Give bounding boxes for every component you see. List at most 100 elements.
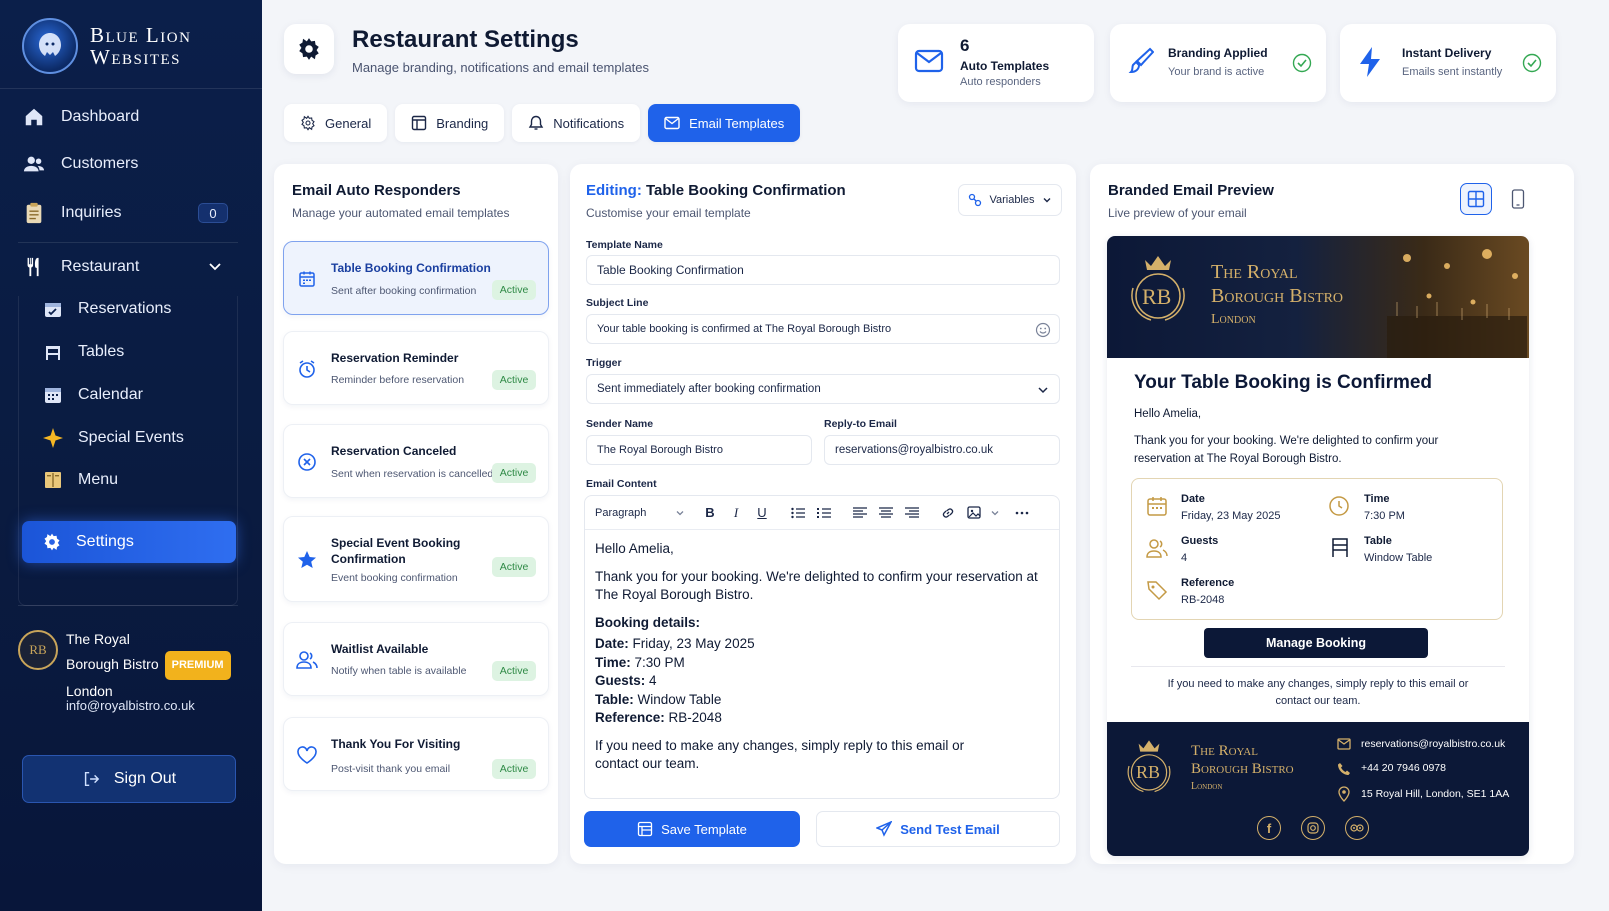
detail-time: Time: 7:30 PM bbox=[595, 654, 1049, 673]
calendar-icon bbox=[1146, 495, 1168, 517]
crest-icon: RB bbox=[1123, 248, 1193, 328]
desktop-view-toggle[interactable] bbox=[1460, 183, 1492, 215]
send-test-email-button[interactable]: Send Test Email bbox=[816, 811, 1060, 847]
tab-email-templates-label: Email Templates bbox=[689, 115, 785, 131]
crest-monogram: RB bbox=[1142, 284, 1172, 309]
sign-out-button[interactable]: Sign Out bbox=[22, 755, 236, 803]
subnav-special-events[interactable]: Special Events bbox=[42, 422, 184, 454]
brand-logo[interactable]: Blue Lion Websites bbox=[22, 18, 191, 74]
emoji-icon[interactable] bbox=[1035, 322, 1051, 338]
rich-text-editor[interactable]: Paragraph B I U Hello Amelia, Thank you … bbox=[584, 495, 1060, 799]
subject-input[interactable]: Your table booking is confirmed at The R… bbox=[586, 314, 1060, 344]
align-right-icon[interactable] bbox=[901, 502, 923, 524]
brand-line-1: Blue Lion bbox=[90, 23, 192, 47]
nav-inquiries[interactable]: Inquiries 0 bbox=[22, 195, 236, 231]
tab-general[interactable]: General bbox=[284, 104, 388, 142]
booking-details-box: Date Friday, 23 May 2025 Time 7:30 PM Gu… bbox=[1131, 478, 1503, 620]
paragraph-label: Paragraph bbox=[595, 506, 647, 519]
save-template-button[interactable]: Save Template bbox=[584, 811, 800, 847]
template-name-label: Template Name bbox=[586, 239, 663, 251]
footer-brand-line-1: The Royal bbox=[1191, 743, 1258, 759]
reply-label: Reply-to Email bbox=[824, 418, 897, 430]
preview-footer: RB The Royal Borough Bistro London reser… bbox=[1107, 722, 1529, 856]
responder-item[interactable]: Special Event Booking Confirmation Event… bbox=[283, 516, 549, 602]
bold-icon[interactable]: B bbox=[699, 502, 721, 524]
trigger-select[interactable]: Sent immediately after booking confirmat… bbox=[586, 374, 1060, 404]
responder-item[interactable]: Waitlist Available Notify when table is … bbox=[283, 622, 549, 696]
template-name-input[interactable]: Table Booking Confirmation bbox=[586, 255, 1060, 285]
subject-value: Your table booking is confirmed at The R… bbox=[597, 323, 892, 335]
send-icon bbox=[876, 821, 893, 837]
footer-monogram: RB bbox=[1136, 762, 1161, 782]
status-badge: Active bbox=[492, 280, 536, 300]
subnav-settings-label: Settings bbox=[76, 533, 134, 550]
responders-subtitle: Manage your automated email templates bbox=[292, 206, 510, 220]
facebook-icon[interactable]: f bbox=[1257, 816, 1281, 840]
italic-icon[interactable]: I bbox=[725, 502, 747, 524]
align-left-icon[interactable] bbox=[849, 502, 871, 524]
preview-time-value: 7:30 PM bbox=[1364, 510, 1405, 522]
responders-title: Email Auto Responders bbox=[292, 182, 461, 199]
cancel-circle-icon bbox=[296, 451, 318, 473]
nav-customers[interactable]: Customers bbox=[22, 146, 236, 182]
inquiries-count-badge: 0 bbox=[198, 203, 228, 223]
align-center-icon[interactable] bbox=[875, 502, 897, 524]
guests-icon bbox=[1146, 537, 1168, 559]
manage-booking-button[interactable]: Manage Booking bbox=[1204, 628, 1428, 658]
subnav-menu[interactable]: Menu bbox=[42, 464, 118, 496]
chevron-down-icon[interactable] bbox=[989, 502, 1001, 524]
footer-brand: The Royal Borough Bistro London bbox=[1191, 742, 1294, 796]
subnav-tables[interactable]: Tables bbox=[42, 336, 124, 368]
templates-sub: Auto responders bbox=[960, 76, 1041, 88]
stat-auto-templates: 6 Auto Templates Auto responders bbox=[898, 24, 1094, 102]
tag-icon bbox=[1146, 579, 1168, 601]
responder-item[interactable]: Reservation Canceled Sent when reservati… bbox=[283, 424, 549, 498]
bullet-list-icon[interactable] bbox=[787, 502, 809, 524]
underline-icon[interactable]: U bbox=[751, 502, 773, 524]
nav-restaurant[interactable]: Restaurant bbox=[22, 249, 236, 285]
sidebar: Blue Lion Websites Dashboard Customers I… bbox=[0, 0, 262, 911]
reply-input[interactable]: reservations@royalbistro.co.uk bbox=[824, 435, 1060, 465]
responder-desc: Notify when table is available bbox=[331, 665, 467, 677]
mobile-view-toggle[interactable] bbox=[1502, 183, 1534, 215]
numbered-list-icon[interactable] bbox=[813, 502, 835, 524]
subnav-reservations[interactable]: Reservations bbox=[42, 293, 171, 325]
table-value: Window Table bbox=[637, 691, 722, 707]
date-value: Friday, 23 May 2025 bbox=[632, 636, 755, 651]
footer-email: reservations@royalbistro.co.uk bbox=[1361, 738, 1506, 750]
subnav-calendar[interactable]: Calendar bbox=[42, 379, 143, 411]
paragraph-select[interactable]: Paragraph bbox=[595, 507, 685, 519]
nav-dashboard[interactable]: Dashboard bbox=[22, 99, 236, 135]
image-icon[interactable] bbox=[963, 502, 985, 524]
responder-desc: Sent after booking confirmation bbox=[331, 285, 477, 297]
responder-item[interactable]: Table Booking Confirmation Sent after bo… bbox=[283, 241, 549, 315]
tab-email-templates[interactable]: Email Templates bbox=[648, 104, 801, 142]
tab-branding-label: Branding bbox=[436, 115, 489, 131]
settings-tabs: General Branding Notifications Email Tem… bbox=[284, 104, 801, 142]
layout-icon bbox=[1467, 190, 1485, 208]
instagram-icon[interactable] bbox=[1301, 816, 1325, 840]
detail-guests: Guests: 4 bbox=[595, 672, 1049, 691]
sender-input[interactable]: The Royal Borough Bistro bbox=[586, 435, 812, 465]
link-icon[interactable] bbox=[937, 502, 959, 524]
preview-brand-line-1: The Royal bbox=[1211, 261, 1298, 283]
variables-dropdown[interactable]: Variables bbox=[958, 184, 1062, 216]
tripadvisor-icon[interactable] bbox=[1345, 816, 1369, 840]
responder-item[interactable]: Thank You For Visiting Post-visit thank … bbox=[283, 717, 549, 791]
more-icon[interactable] bbox=[1011, 502, 1033, 524]
preview-body: Thank you for your booking. We're deligh… bbox=[1134, 435, 1439, 465]
subnav-settings[interactable]: Settings bbox=[22, 521, 236, 563]
tab-notifications[interactable]: Notifications bbox=[512, 104, 641, 142]
reference-value: RB-2048 bbox=[668, 710, 722, 725]
stat-branding: Branding Applied Your brand is active bbox=[1110, 24, 1326, 102]
tab-branding[interactable]: Branding bbox=[395, 104, 505, 142]
responder-name: Thank You For Visiting bbox=[331, 737, 461, 751]
lion-logo-icon bbox=[22, 18, 78, 74]
clipboard-icon bbox=[22, 201, 46, 225]
detail-date: Date: Friday, 23 May 2025 bbox=[595, 635, 1049, 654]
envelope-icon bbox=[1337, 738, 1351, 750]
editor-content[interactable]: Hello Amelia, Thank you for your booking… bbox=[585, 530, 1059, 793]
responder-name: Reservation Reminder bbox=[331, 351, 459, 365]
footer-address: 15 Royal Hill, London, SE1 1AA bbox=[1361, 788, 1510, 800]
responder-item[interactable]: Reservation Reminder Reminder before res… bbox=[283, 331, 549, 405]
